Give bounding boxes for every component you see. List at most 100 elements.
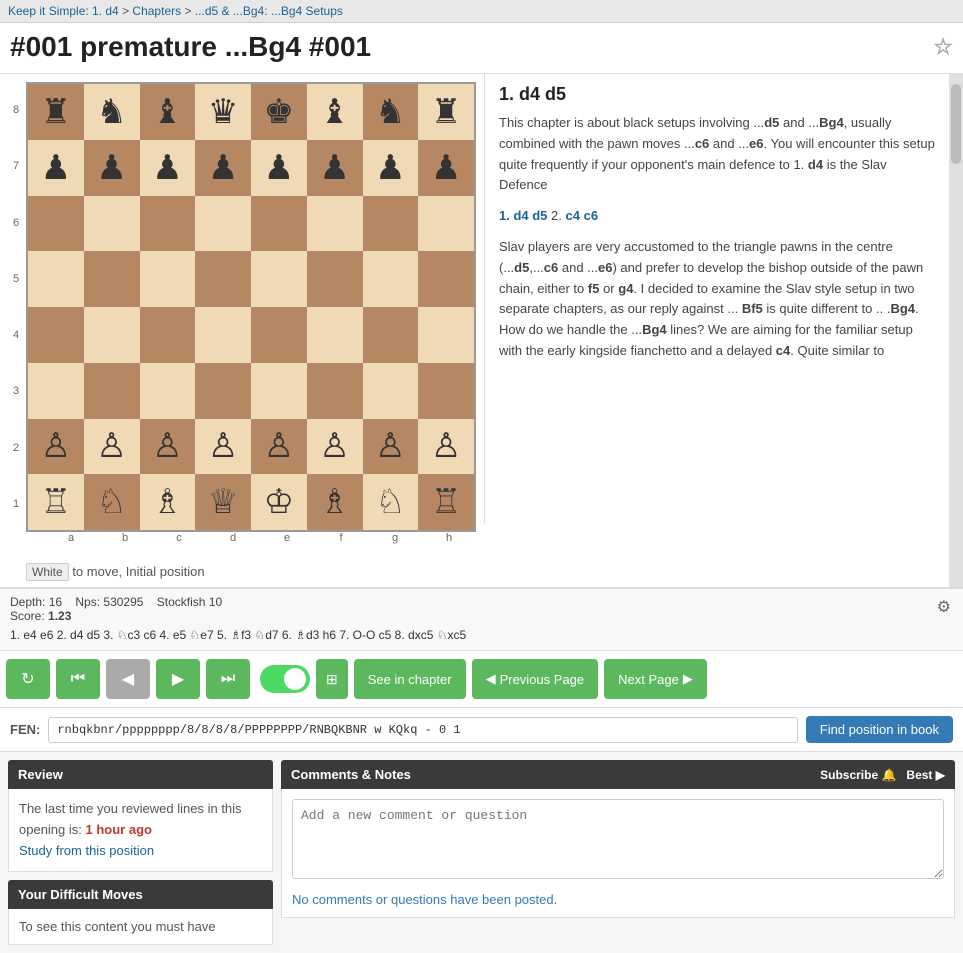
cell-h6[interactable] (418, 196, 474, 252)
cell-f8[interactable]: ♝ (307, 84, 363, 140)
cell-b8[interactable]: ♞ (84, 84, 140, 140)
see-in-chapter-button[interactable]: See in chapter (354, 659, 466, 699)
cell-c5[interactable] (140, 251, 196, 307)
bottom-layout: Review The last time you reviewed lines … (0, 752, 963, 953)
cell-b4[interactable] (84, 307, 140, 363)
cell-f5[interactable] (307, 251, 363, 307)
cell-b7[interactable]: ♟ (84, 140, 140, 196)
chess-board[interactable]: ♜ ♞ ♝ ♛ ♚ ♝ ♞ ♜ ♟ ♟ ♟ ♟ ♟ ♟ ♟ ♟ (26, 82, 476, 532)
cell-b2[interactable]: ♙ (84, 419, 140, 475)
cell-b5[interactable] (84, 251, 140, 307)
cell-a8[interactable]: ♜ (28, 84, 84, 140)
cell-h8[interactable]: ♜ (418, 84, 474, 140)
cell-h7[interactable]: ♟ (418, 140, 474, 196)
cell-h3[interactable] (418, 363, 474, 419)
breadcrumb-link-2[interactable]: Chapters (132, 4, 181, 18)
cell-c3[interactable] (140, 363, 196, 419)
cell-a7[interactable]: ♟ (28, 140, 84, 196)
find-position-button[interactable]: Find position in book (806, 716, 953, 743)
scrollbar-thumb[interactable] (951, 84, 961, 164)
cell-a5[interactable] (28, 251, 84, 307)
cell-a4[interactable] (28, 307, 84, 363)
cell-c7[interactable]: ♟ (140, 140, 196, 196)
start-button[interactable]: ⏮ (56, 659, 100, 699)
cell-d7[interactable]: ♟ (195, 140, 251, 196)
study-from-position-link[interactable]: Study from this position (19, 843, 154, 858)
cell-f1[interactable]: ♗ (307, 474, 363, 530)
cell-e4[interactable] (251, 307, 307, 363)
cell-d8[interactable]: ♛ (195, 84, 251, 140)
cell-g7[interactable]: ♟ (363, 140, 419, 196)
cell-f3[interactable] (307, 363, 363, 419)
breadcrumb-link-3[interactable]: ...d5 & ...Bg4: ...Bg4 Setups (195, 4, 343, 18)
cell-d4[interactable] (195, 307, 251, 363)
engine-bar: Depth: 16 Nps: 530295 Stockfish 10 Score… (0, 588, 963, 651)
main-paragraph: Slav players are very accustomed to the … (499, 237, 935, 362)
cell-d3[interactable] (195, 363, 251, 419)
fen-label: FEN: (10, 722, 40, 737)
cell-e8[interactable]: ♚ (251, 84, 307, 140)
move-link-2[interactable]: c4 c6 (566, 208, 599, 223)
cell-g6[interactable] (363, 196, 419, 252)
cell-e5[interactable] (251, 251, 307, 307)
cell-g1[interactable]: ♘ (363, 474, 419, 530)
comment-input[interactable] (292, 799, 944, 879)
text-panel-scrollbar[interactable] (949, 74, 963, 587)
cell-g4[interactable] (363, 307, 419, 363)
cell-e7[interactable]: ♟ (251, 140, 307, 196)
end-button[interactable]: ⏭ (206, 659, 250, 699)
engine-settings-icon[interactable]: ⚙ (935, 595, 953, 619)
cell-c2[interactable]: ♙ (140, 419, 196, 475)
cell-g5[interactable] (363, 251, 419, 307)
subscribe-link[interactable]: Subscribe 🔔 (820, 768, 896, 782)
row-label-4: 4 (8, 307, 24, 363)
comments-header: Comments & Notes Subscribe 🔔 Best ▶ (281, 760, 955, 789)
cell-c6[interactable] (140, 196, 196, 252)
cell-b6[interactable] (84, 196, 140, 252)
difficult-moves-body: To see this content you must have (8, 909, 273, 945)
cell-c8[interactable]: ♝ (140, 84, 196, 140)
fen-input[interactable] (48, 717, 797, 743)
next-page-button[interactable]: Next Page ▶ (604, 659, 707, 699)
refresh-button[interactable]: ↻ (6, 659, 50, 699)
cell-b1[interactable]: ♘ (84, 474, 140, 530)
breadcrumb-link-1[interactable]: Keep it Simple: 1. d4 (8, 4, 119, 18)
cell-e6[interactable] (251, 196, 307, 252)
controls-bar: ↻ ⏮ ◀ ▶ ⏭ ⊞ See in chapter ◀ Previous Pa… (0, 651, 963, 708)
cell-c4[interactable] (140, 307, 196, 363)
cell-f2[interactable]: ♙ (307, 419, 363, 475)
autoplay-toggle[interactable] (260, 665, 310, 693)
cell-h1[interactable]: ♖ (418, 474, 474, 530)
move-link-1[interactable]: 1. d4 d5 (499, 208, 547, 223)
previous-page-button[interactable]: ◀ Previous Page (472, 659, 599, 699)
cell-a2[interactable]: ♙ (28, 419, 84, 475)
cell-b3[interactable] (84, 363, 140, 419)
cell-a6[interactable] (28, 196, 84, 252)
cell-g3[interactable] (363, 363, 419, 419)
row-label-5: 5 (8, 251, 24, 307)
cell-e2[interactable]: ♙ (251, 419, 307, 475)
cell-e1[interactable]: ♔ (251, 474, 307, 530)
prev-move-button[interactable]: ◀ (106, 659, 150, 699)
cell-f6[interactable] (307, 196, 363, 252)
position-description: to move, Initial position (72, 564, 204, 579)
cell-f7[interactable]: ♟ (307, 140, 363, 196)
cell-h2[interactable]: ♙ (418, 419, 474, 475)
bookmark-star-icon[interactable]: ☆ (933, 34, 953, 60)
cell-d2[interactable]: ♙ (195, 419, 251, 475)
cell-d5[interactable] (195, 251, 251, 307)
cell-d1[interactable]: ♕ (195, 474, 251, 530)
cell-c1[interactable]: ♗ (140, 474, 196, 530)
next-move-button[interactable]: ▶ (156, 659, 200, 699)
cell-g8[interactable]: ♞ (363, 84, 419, 140)
cell-e3[interactable] (251, 363, 307, 419)
cell-d6[interactable] (195, 196, 251, 252)
cell-h5[interactable] (418, 251, 474, 307)
best-sort-link[interactable]: Best ▶ (906, 768, 945, 782)
cell-h4[interactable] (418, 307, 474, 363)
cell-a3[interactable] (28, 363, 84, 419)
board-view-button[interactable]: ⊞ (316, 659, 348, 699)
cell-g2[interactable]: ♙ (363, 419, 419, 475)
cell-f4[interactable] (307, 307, 363, 363)
cell-a1[interactable]: ♖ (28, 474, 84, 530)
